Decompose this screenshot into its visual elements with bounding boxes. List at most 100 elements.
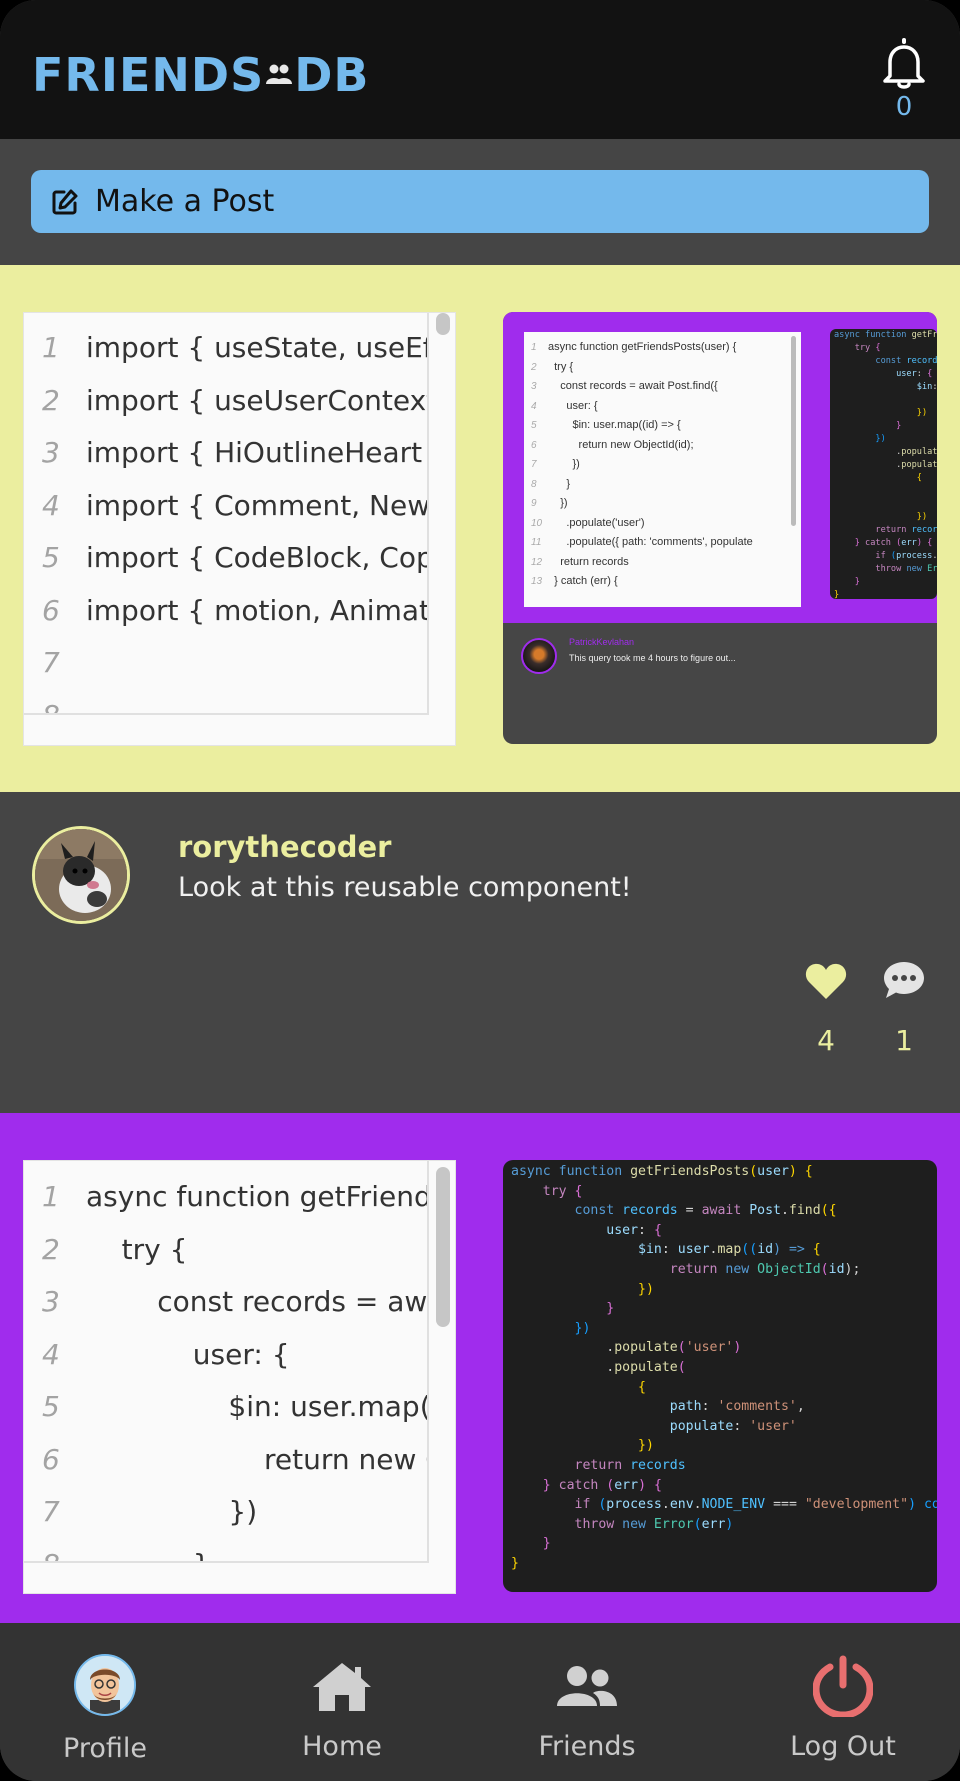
post-username[interactable]: rorythecoder [178, 830, 391, 864]
commenter-avatar [521, 638, 557, 674]
editor-token: } [834, 421, 902, 431]
mini-line-number: 7 [531, 459, 537, 470]
editor-line: } [834, 589, 839, 599]
post-carousel-purple: 1async function getFriendsPosts(user) {2… [0, 1113, 960, 1623]
nav-profile[interactable]: Profile [38, 1623, 172, 1781]
editor-token: path [834, 486, 937, 496]
comment-count: 1 [895, 1024, 913, 1057]
editor-token: }) [834, 408, 928, 418]
mini-line-number: 6 [531, 439, 537, 451]
editor-token: } [511, 1301, 615, 1317]
editor-token: if [834, 551, 891, 561]
code-text: async function getFriendsPosts(user) { [86, 1180, 427, 1213]
mini-code-line: 3 const records = await Post.find({ [524, 377, 718, 396]
editor-line: } [511, 1554, 519, 1574]
editor-token: user [834, 369, 917, 379]
code-line: 6 return new ObjectId(id); [24, 1434, 427, 1486]
line-number: 5 [42, 1390, 60, 1423]
editor-token: { [812, 1242, 821, 1258]
nav-friends[interactable]: Friends [526, 1623, 648, 1781]
nav-logout-label: Log Out [790, 1731, 896, 1762]
editor-token: throw [834, 564, 907, 574]
mini-scrollbar [791, 336, 796, 526]
screenshot-preview[interactable]: 1 async function getFriendsPosts(user) {2… [503, 312, 937, 744]
editor-token: { [574, 1183, 583, 1199]
editor-token: if [511, 1497, 599, 1513]
code-block-lines: 1 import { useState, useEffect } from 're… [24, 313, 429, 715]
heart-icon[interactable] [805, 962, 847, 1000]
mini-code-text: }) [548, 497, 568, 509]
editor-token: }) [834, 512, 928, 522]
code-text: import { CodeBlock, CopyBlock } from 're… [86, 541, 427, 574]
editor-line: user: { [834, 368, 932, 381]
editor-token: return [834, 395, 937, 405]
editor-line: .populate('user') [834, 446, 937, 459]
mini-line-number: 13 [531, 576, 543, 587]
line-number: 6 [42, 593, 60, 627]
code-scrollbar[interactable] [436, 1167, 450, 1327]
comment-icon[interactable] [883, 960, 925, 1000]
editor-token: : [661, 1242, 678, 1258]
editor-token: populate [901, 460, 937, 470]
editor-token: Error [927, 564, 937, 574]
code-block[interactable]: 1 import { useState, useEffect } from 're… [23, 312, 456, 746]
code-scrollbar[interactable] [436, 313, 450, 335]
editor-token: === [765, 1497, 805, 1513]
editor-token: ) => [773, 1242, 813, 1258]
editor-token: ); [844, 1262, 861, 1277]
editor-line: } [511, 1534, 551, 1554]
editor-token: }) [511, 1438, 654, 1454]
nav-friends-label: Friends [538, 1731, 636, 1762]
editor-token: err [701, 1516, 726, 1532]
editor-token: ) { [638, 1477, 662, 1493]
editor-token: find [788, 1203, 821, 1219]
app-root: FRIENDS DB 0 Make a Post 1 import { useSt… [0, 0, 960, 1781]
code-block[interactable]: 1 async function getFriendsPosts(user) {2… [23, 1160, 456, 1594]
editor-token: id [757, 1242, 774, 1258]
logo-text-right: DB [294, 48, 370, 102]
editor-screenshot[interactable]: async function getFriendsPosts(user) { t… [503, 1160, 937, 1592]
preview-author: PatrickKevlahan [569, 637, 635, 647]
user-avatar[interactable] [32, 826, 130, 924]
editor-token: records [630, 1458, 686, 1473]
mini-code-block: 1 async function getFriendsPosts(user) {2… [524, 332, 801, 607]
code-line: 7 }) [24, 1486, 427, 1538]
editor-token: { [511, 1379, 646, 1395]
nav-logout[interactable]: Log Out [780, 1623, 906, 1781]
nav-home[interactable]: Home [282, 1623, 402, 1781]
editor-line: }) [834, 407, 927, 420]
mini-code-line: 12 return records [524, 553, 629, 572]
mini-code-line: 13 } catch (err) { [524, 572, 618, 591]
mini-line-number: 1 [531, 342, 537, 353]
top-header: FRIENDS DB 0 [0, 0, 960, 139]
mini-line-number: 5 [531, 420, 537, 431]
editor-token: { [875, 343, 881, 353]
editor-line: if (process.env.NODE_ENV === "developmen… [834, 550, 937, 563]
editor-token: ) [725, 1516, 734, 1532]
app-logo[interactable]: FRIENDS DB [32, 42, 369, 102]
editor-line: }) [511, 1436, 654, 1456]
editor-token: map [717, 1242, 742, 1258]
editor-token: (( [741, 1242, 758, 1258]
code-text: import { motion, AnimatePresence } from … [86, 593, 429, 627]
editor-line: populate: 'user' [834, 498, 937, 511]
notifications-bell-icon[interactable] [880, 38, 928, 92]
line-number: 3 [42, 436, 60, 469]
editor-line: try { [834, 342, 881, 355]
editor-token: populate [834, 499, 937, 509]
editor-line: } catch (err) { [511, 1476, 662, 1496]
nav-home-label: Home [302, 1731, 382, 1762]
editor-token: try [834, 343, 876, 353]
preview-caption: This query took me 4 hours to figure out… [569, 653, 736, 663]
editor-token: . [511, 1360, 615, 1375]
editor-line: path: 'comments', [834, 485, 937, 498]
editor-line: } [511, 1299, 614, 1319]
mini-code-line: 6 return new ObjectId(id); [524, 436, 694, 455]
bottom-nav: Profile Home Friends Log Out [0, 1623, 960, 1781]
editor-line: .populate( [511, 1358, 685, 1378]
post-card: rorythecoder Look at this reusable compo… [0, 792, 960, 1113]
make-post-button[interactable]: Make a Post [31, 170, 929, 233]
code-text: const records = await Post.find({ [157, 1285, 428, 1318]
editor-line: async function getFriendsPosts(user) { [511, 1162, 813, 1182]
line-number: 2 [42, 1232, 60, 1266]
